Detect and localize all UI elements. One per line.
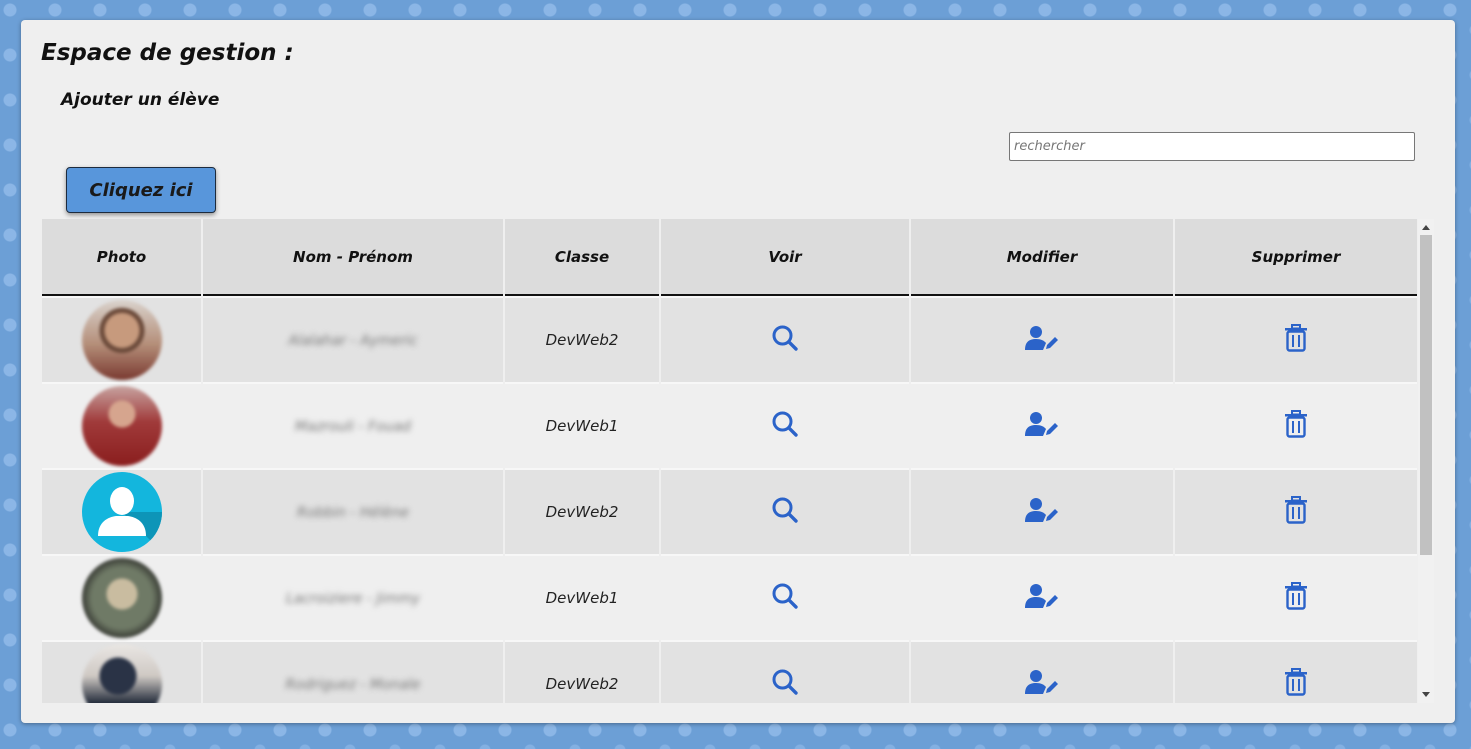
table-row: Mazrouli - Fouad DevWeb1 xyxy=(42,382,1417,468)
column-header-view: Voir xyxy=(661,219,909,296)
add-student-button[interactable]: Cliquez ici xyxy=(66,167,216,213)
edit-cell xyxy=(911,468,1173,554)
name-cell: Alalahar - Aymeric xyxy=(203,296,503,382)
student-photo xyxy=(81,558,162,638)
column-header-class: Classe xyxy=(505,219,659,296)
students-table: Photo Nom - Prénom Classe Voir Modifier … xyxy=(42,219,1419,703)
photo-cell xyxy=(42,640,201,703)
search-icon[interactable] xyxy=(771,668,799,700)
name-cell: Rodriguez - Monale xyxy=(203,640,503,703)
student-name: Mazrouli - Fouad xyxy=(295,419,411,435)
trash-icon[interactable] xyxy=(1284,324,1308,356)
search-icon[interactable] xyxy=(771,496,799,528)
column-header-name: Nom - Prénom xyxy=(203,219,503,296)
table-row: Alalahar - Aymeric DevWeb2 xyxy=(42,296,1417,382)
search-input[interactable] xyxy=(1009,132,1415,161)
page-title: Espace de gestion : xyxy=(41,40,294,66)
scroll-down-arrow-icon[interactable] xyxy=(1422,692,1430,697)
student-name: Lacroiziere - Jimmy xyxy=(285,591,421,607)
delete-cell xyxy=(1175,640,1417,703)
name-cell: Robbin - Hélène xyxy=(203,468,503,554)
scrollbar-thumb[interactable] xyxy=(1420,235,1432,555)
student-name: Robbin - Hélène xyxy=(297,505,409,521)
photo-cell xyxy=(42,382,201,468)
photo-cell xyxy=(42,296,201,382)
class-cell: DevWeb1 xyxy=(505,382,659,468)
table-scrollbar[interactable] xyxy=(1418,219,1434,703)
table-row: Rodriguez - Monale DevWeb2 xyxy=(42,640,1417,703)
class-cell: DevWeb2 xyxy=(505,640,659,703)
edit-cell xyxy=(911,296,1173,382)
search-icon[interactable] xyxy=(771,582,799,614)
delete-cell xyxy=(1175,382,1417,468)
table-row: Lacroiziere - Jimmy DevWeb1 xyxy=(42,554,1417,640)
delete-cell xyxy=(1175,296,1417,382)
class-cell: DevWeb2 xyxy=(505,468,659,554)
column-header-edit: Modifier xyxy=(911,219,1173,296)
student-name: Rodriguez - Monale xyxy=(285,677,421,693)
trash-icon[interactable] xyxy=(1284,668,1308,700)
column-header-delete: Supprimer xyxy=(1175,219,1417,296)
trash-icon[interactable] xyxy=(1284,496,1308,528)
trash-icon[interactable] xyxy=(1284,410,1308,442)
name-cell: Mazrouli - Fouad xyxy=(203,382,503,468)
user-edit-icon[interactable] xyxy=(1025,411,1059,441)
user-edit-icon[interactable] xyxy=(1025,497,1059,527)
column-header-photo: Photo xyxy=(42,219,201,296)
add-student-heading: Ajouter un élève xyxy=(61,90,220,110)
delete-cell xyxy=(1175,468,1417,554)
user-edit-icon[interactable] xyxy=(1025,325,1059,355)
trash-icon[interactable] xyxy=(1284,582,1308,614)
students-table-container[interactable]: Photo Nom - Prénom Classe Voir Modifier … xyxy=(42,219,1435,703)
search-icon[interactable] xyxy=(771,410,799,442)
edit-cell xyxy=(911,382,1173,468)
student-photo xyxy=(81,644,162,703)
photo-cell xyxy=(42,468,201,554)
name-cell: Lacroiziere - Jimmy xyxy=(203,554,503,640)
view-cell xyxy=(661,382,909,468)
student-name: Alalahar - Aymeric xyxy=(288,333,418,349)
table-row: Robbin - Hélène DevWeb2 xyxy=(42,468,1417,554)
search-icon[interactable] xyxy=(771,324,799,356)
default-user-avatar xyxy=(81,472,162,552)
student-photo xyxy=(81,300,162,380)
photo-cell xyxy=(42,554,201,640)
edit-cell xyxy=(911,640,1173,703)
view-cell xyxy=(661,468,909,554)
table-header-row: Photo Nom - Prénom Classe Voir Modifier … xyxy=(42,219,1417,296)
edit-cell xyxy=(911,554,1173,640)
user-edit-icon[interactable] xyxy=(1025,669,1059,699)
user-edit-icon[interactable] xyxy=(1025,583,1059,613)
management-panel: Espace de gestion : Ajouter un élève Cli… xyxy=(21,20,1455,723)
class-cell: DevWeb1 xyxy=(505,554,659,640)
delete-cell xyxy=(1175,554,1417,640)
student-photo xyxy=(81,386,162,466)
view-cell xyxy=(661,554,909,640)
scroll-up-arrow-icon[interactable] xyxy=(1422,225,1430,230)
view-cell xyxy=(661,640,909,703)
class-cell: DevWeb2 xyxy=(505,296,659,382)
view-cell xyxy=(661,296,909,382)
